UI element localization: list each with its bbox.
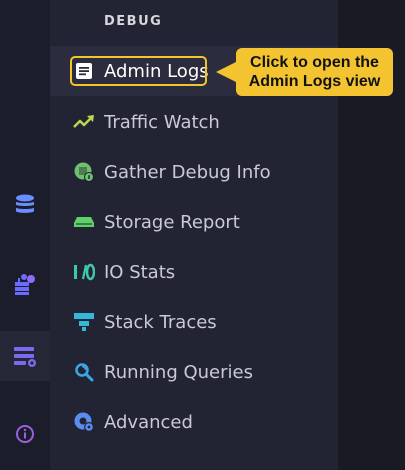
menu-item-label: Running Queries [104,361,253,383]
query-search-icon [72,360,96,384]
rail-databases-button[interactable] [0,180,50,230]
menu-item-label: Storage Report [104,211,240,233]
menu-item-stack-traces[interactable]: Stack Traces [50,297,338,347]
menu-item-advanced[interactable]: Advanced [50,397,338,447]
icon-rail [0,0,50,470]
menu-item-storage-report[interactable]: Storage Report [50,197,338,247]
menu-item-running-queries[interactable]: Running Queries [50,347,338,397]
menu-item-traffic-watch[interactable]: Traffic Watch [50,97,338,147]
admin-logs-highlight [70,56,207,86]
storage-drive-icon [72,210,96,234]
menu-item-io-stats[interactable]: IO Stats [50,247,338,297]
rail-cluster-button[interactable] [0,259,50,309]
rail-about-button[interactable] [0,409,50,459]
menu-item-label: IO Stats [104,261,176,283]
cluster-icon [15,274,35,295]
stack-traces-icon [72,310,96,334]
advanced-gear-icon [72,410,96,434]
menu-item-label: Advanced [104,411,193,433]
settings-list-icon [14,347,36,367]
tooltip-line-2: Admin Logs view [248,73,381,90]
tooltip-arrow [216,62,236,82]
io-stats-icon [72,260,96,284]
database-icon [16,194,34,213]
trending-up-icon [72,110,96,134]
menu-item-label: Traffic Watch [104,111,220,133]
rail-manage-server-button[interactable] [0,331,50,381]
menu-item-gather-debug-info[interactable]: Gather Debug Info [50,147,338,197]
debug-package-icon [72,160,96,184]
tooltip-line-1: Click to open the [250,54,379,71]
section-title: DEBUG [104,14,163,29]
callout-tooltip: Click to open the Admin Logs view [236,48,393,96]
info-icon [16,425,34,443]
menu-item-label: Stack Traces [104,311,217,333]
app-root: DEBUG Admin Logs Traffic Watch Gather De… [0,0,405,470]
menu-item-label: Gather Debug Info [104,161,271,183]
